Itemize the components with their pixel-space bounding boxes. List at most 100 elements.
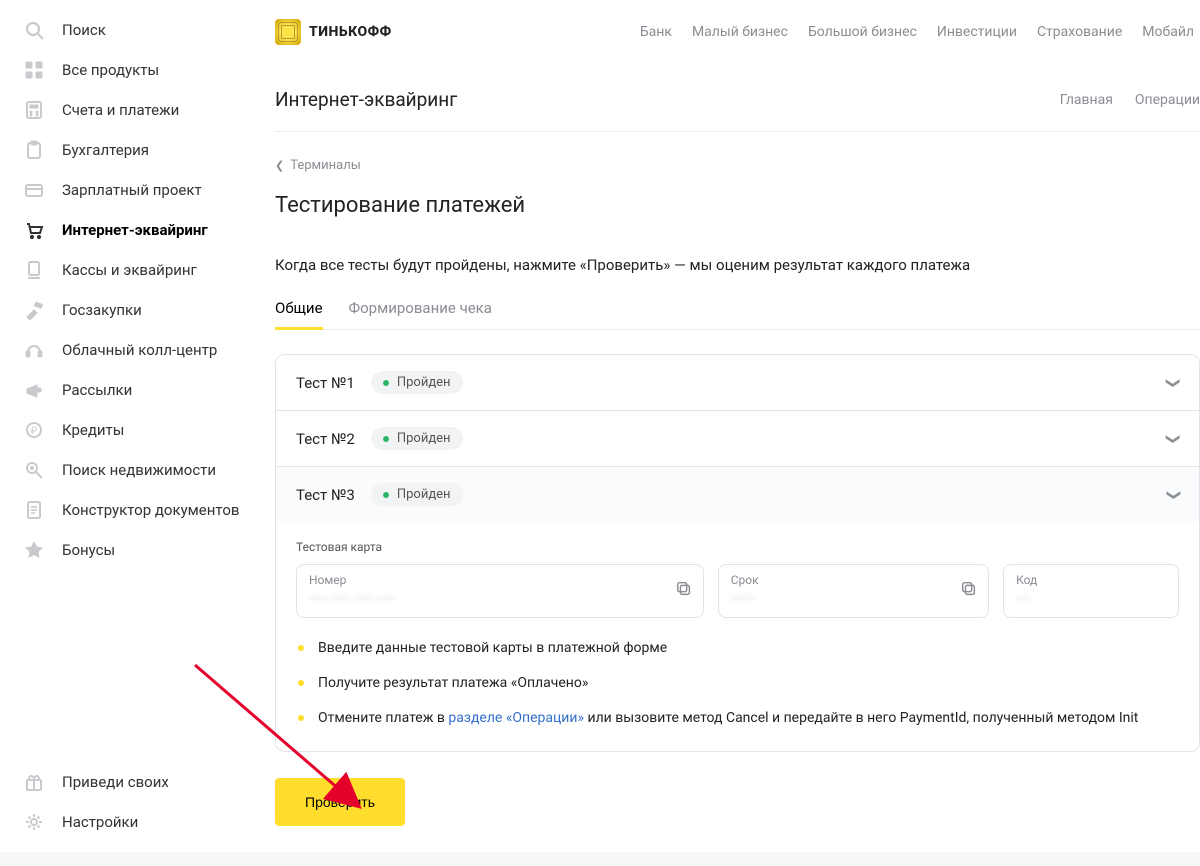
sidebar-item-label: Настройки	[62, 813, 138, 831]
sidebar-item-label: Рассылки	[62, 381, 132, 399]
section-tabs: Главная Операции	[1060, 92, 1200, 108]
test-row: Тест №1 Пройден ❯	[276, 355, 1199, 410]
instruction-step: Введите данные тестовой карты в платежно…	[296, 638, 1179, 659]
sidebar-item-clipboard[interactable]: Бухгалтерия	[0, 130, 275, 170]
sidebar-item-search[interactable]: Поиск	[0, 10, 275, 50]
sidebar-item-calc[interactable]: Счета и платежи	[0, 90, 275, 130]
clipboard-icon	[24, 140, 44, 160]
top-nav: Банк Малый бизнес Большой бизнес Инвестиции…	[640, 24, 1200, 40]
status-badge: Пройден	[371, 483, 463, 506]
sidebar-item-label: Облачный колл-центр	[62, 341, 217, 359]
card-number-field[interactable]: Номер•••• •••• •••• ••••	[296, 564, 704, 618]
megaphone-icon	[24, 380, 44, 400]
sidebar-item-label: Госзакупки	[62, 301, 142, 319]
test-name: Тест №1	[296, 374, 355, 392]
sidebar-item-hammer[interactable]: Госзакупки	[0, 290, 275, 330]
page-description: Когда все тесты будут пройдены, нажмите …	[275, 254, 995, 277]
test-body: Тестовая карта Номер•••• •••• •••• •••• Ср…	[276, 522, 1199, 751]
status-dot-icon	[383, 492, 389, 498]
top-nav-link[interactable]: Банк	[640, 24, 672, 40]
pos-icon	[24, 260, 44, 280]
test-row: Тест №3 Пройден ❮ Тестовая карта Номер•••• •…	[276, 466, 1199, 751]
gift-icon	[24, 772, 44, 792]
coin-icon	[24, 420, 44, 440]
sidebar-item-label: Кредиты	[62, 421, 124, 439]
tab-active[interactable]: Общие	[275, 299, 323, 329]
sidebar-item-doc[interactable]: Конструктор документов	[0, 490, 275, 530]
sidebar-item-grid[interactable]: Все продукты	[0, 50, 275, 90]
sidebar-item-label: Зарплатный проект	[62, 181, 202, 199]
sidebar-item-gear[interactable]: Настройки	[0, 802, 275, 842]
brand-name: ТИНЬКОФФ	[309, 24, 392, 40]
top-nav-link[interactable]: Инвестиции	[937, 24, 1017, 40]
sidebar-item-gift[interactable]: Приведи своих	[0, 762, 275, 802]
operations-link[interactable]: разделе «Операции»	[448, 710, 584, 726]
brand-logo[interactable]: ТИНЬКОФФ	[275, 19, 392, 45]
sidebar-item-label: Приведи своих	[62, 773, 169, 791]
sidebar-item-label: Кассы и эквайринг	[62, 261, 197, 279]
instruction-step: Получите результат платежа «Оплачено»	[296, 673, 1179, 694]
main-content: ТИНЬКОФФ Банк Малый бизнес Большой бизнес И…	[275, 0, 1200, 852]
star-icon	[24, 540, 44, 560]
top-nav-link[interactable]: Мобайл	[1142, 24, 1194, 40]
hammer-icon	[24, 300, 44, 320]
sidebar-item-card[interactable]: Зарплатный проект	[0, 170, 275, 210]
calc-icon	[24, 100, 44, 120]
card-expiry-field[interactable]: Срок••/••	[718, 564, 989, 618]
breadcrumb[interactable]: ❮ Терминалы	[275, 158, 1200, 173]
search-icon	[24, 20, 44, 40]
section-tab[interactable]: Главная	[1060, 92, 1113, 108]
sidebar-item-headset[interactable]: Облачный колл-центр	[0, 330, 275, 370]
tab-inactive[interactable]: Формирование чека	[349, 299, 492, 329]
sidebar-item-label: Поиск недвижимости	[62, 461, 216, 479]
search-key-icon	[24, 460, 44, 480]
status-badge: Пройден	[371, 427, 463, 450]
grid-icon	[24, 60, 44, 80]
breadcrumb-label: Терминалы	[290, 158, 361, 173]
chevron-left-icon: ❮	[275, 159, 284, 172]
gear-icon	[24, 812, 44, 832]
sidebar-item-search-key[interactable]: Поиск недвижимости	[0, 450, 275, 490]
chevron-up-icon: ❮	[1165, 489, 1181, 501]
cart-icon	[24, 220, 44, 240]
top-nav-link[interactable]: Малый бизнес	[692, 24, 788, 40]
verify-button[interactable]: Проверить	[275, 778, 405, 826]
logo-emblem-icon	[275, 19, 301, 45]
top-nav-link[interactable]: Страхование	[1037, 24, 1122, 40]
test-name: Тест №2	[296, 430, 355, 448]
test-name: Тест №3	[296, 486, 355, 504]
sidebar-item-label: Интернет-эквайринг	[62, 221, 208, 239]
topbar: ТИНЬКОФФ Банк Малый бизнес Большой бизнес И…	[275, 0, 1200, 64]
test-row: Тест №2 Пройден ❯	[276, 410, 1199, 466]
instruction-list: Введите данные тестовой карты в платежно…	[296, 638, 1179, 729]
status-dot-icon	[383, 380, 389, 386]
sidebar-item-label: Счета и платежи	[62, 101, 179, 119]
sidebar-item-megaphone[interactable]: Рассылки	[0, 370, 275, 410]
sidebar-item-label: Бонусы	[62, 541, 115, 559]
test-header[interactable]: Тест №1 Пройден ❯	[276, 355, 1199, 410]
sidebar-item-label: Поиск	[62, 21, 106, 39]
sidebar-item-label: Все продукты	[62, 61, 159, 79]
content-tabs: Общие Формирование чека	[275, 299, 1200, 330]
doc-icon	[24, 500, 44, 520]
section-tab[interactable]: Операции	[1135, 92, 1200, 108]
sidebar-item-pos[interactable]: Кассы и эквайринг	[0, 250, 275, 290]
status-badge: Пройден	[371, 371, 463, 394]
test-card-label: Тестовая карта	[296, 540, 1179, 554]
sidebar-item-coin[interactable]: Кредиты	[0, 410, 275, 450]
section-title: Интернет-эквайринг	[275, 88, 457, 111]
card-cvc-field[interactable]: Код•••	[1003, 564, 1179, 618]
instruction-step: Отмените платеж в разделе «Операции» или…	[296, 708, 1179, 729]
sidebar-item-label: Бухгалтерия	[62, 141, 149, 159]
test-header[interactable]: Тест №3 Пройден ❮	[276, 467, 1199, 522]
chevron-down-icon: ❯	[1165, 433, 1181, 445]
tests-accordion: Тест №1 Пройден ❯ Тест №2 Пройден ❯ Тест №3 Про…	[275, 354, 1200, 752]
top-nav-link[interactable]: Большой бизнес	[808, 24, 917, 40]
copy-icon[interactable]	[675, 580, 693, 602]
sidebar-item-cart[interactable]: Интернет-эквайринг	[0, 210, 275, 250]
status-dot-icon	[383, 436, 389, 442]
test-header[interactable]: Тест №2 Пройден ❯	[276, 411, 1199, 466]
chevron-down-icon: ❯	[1165, 377, 1181, 389]
copy-icon[interactable]	[960, 580, 978, 602]
sidebar-item-star[interactable]: Бонусы	[0, 530, 275, 570]
